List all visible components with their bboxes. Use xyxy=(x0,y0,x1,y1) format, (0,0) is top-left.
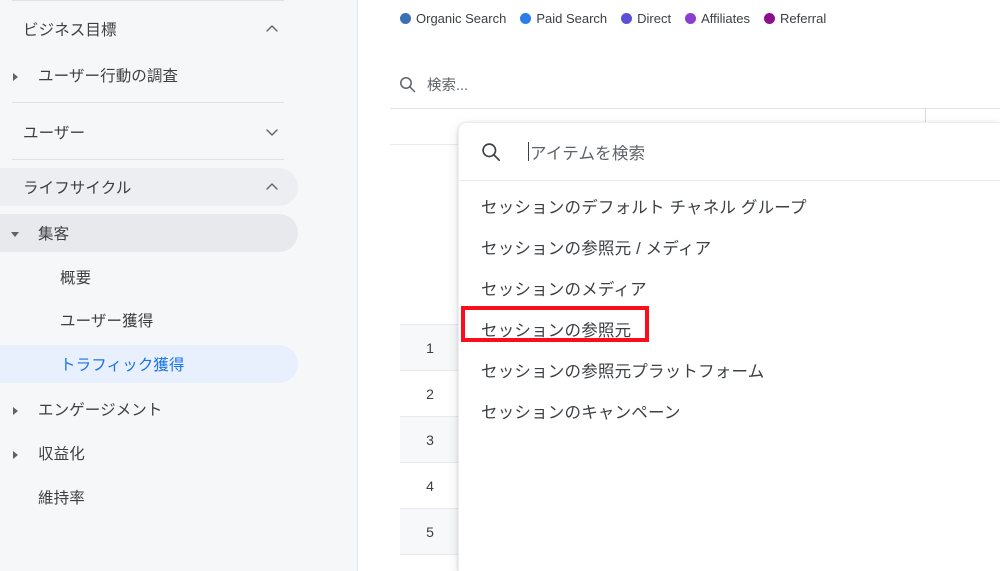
sidebar-item-user-acquisition-label: ユーザー獲得 xyxy=(60,313,154,330)
sidebar-divider-1 xyxy=(12,102,284,103)
table-row-number: 3 xyxy=(400,417,460,462)
table-row-number: 5 xyxy=(400,509,460,554)
sidebar-divider-2 xyxy=(12,159,284,160)
table-search-row[interactable]: 検索... xyxy=(399,74,468,95)
legend-dot-icon xyxy=(621,12,633,24)
sidebar-item-acquisition-label: 集客 xyxy=(38,226,70,243)
sidebar-item-retention-label: 維持率 xyxy=(38,490,85,507)
legend-item-label: Direct xyxy=(637,10,672,26)
legend-divider xyxy=(390,108,1000,109)
triangle-right-icon xyxy=(13,73,18,81)
dropdown-search-row[interactable]: アイテムを検索 xyxy=(459,123,1000,181)
sidebar-section-users-label: ユーザー xyxy=(23,125,86,142)
triangle-right-icon xyxy=(13,451,18,459)
chevron-up-icon xyxy=(265,22,279,36)
chevron-up-icon xyxy=(265,180,279,194)
legend-item-label: Referral xyxy=(780,10,827,26)
text-cursor xyxy=(528,142,529,161)
sidebar-section-business-goals-label: ビジネス目標 xyxy=(23,22,117,39)
legend-item-direct[interactable]: Direct xyxy=(621,11,671,26)
legend-dot-icon xyxy=(520,12,532,24)
chevron-down-icon xyxy=(265,125,279,139)
legend-item-paid-search[interactable]: Paid Search xyxy=(520,11,607,26)
legend-dot-icon xyxy=(764,12,776,24)
dropdown-item-campaign[interactable]: セッションのキャンペーン xyxy=(481,399,681,423)
triangle-right-icon xyxy=(13,407,18,415)
legend-item-label: Paid Search xyxy=(536,10,608,26)
screenshot-root: ビジネス目標 ユーザー行動の調査 ユーザー ライフサイクル 集客 概要 ユーザー… xyxy=(0,0,1000,571)
legend-item-label: Affiliates xyxy=(701,10,751,26)
sidebar-item-engagement-label: エンゲージメント xyxy=(38,402,163,419)
dropdown-search-placeholder: アイテムを検索 xyxy=(530,144,646,163)
sidebar-item-user-behavior-research-label: ユーザー行動の調査 xyxy=(38,68,179,85)
legend-item-label: Organic Search xyxy=(416,10,507,26)
dropdown-item-source-medium[interactable]: セッションの参照元 / メディア xyxy=(481,235,711,259)
dropdown-item-source-platform[interactable]: セッションの参照元プラットフォーム xyxy=(481,358,764,382)
sidebar-item-traffic-acquisition-label: トラフィック獲得 xyxy=(60,357,185,374)
sidebar-item-monetization-label: 収益化 xyxy=(38,446,85,463)
triangle-down-icon xyxy=(11,232,19,237)
dropdown-item-default-channel-group[interactable]: セッションのデフォルト チャネル グループ xyxy=(481,194,807,218)
dropdown-item-medium[interactable]: セッションのメディア xyxy=(481,276,647,300)
table-search-placeholder: 検索... xyxy=(427,78,469,94)
sidebar-divider-top xyxy=(12,0,284,1)
sidebar-section-lifecycle-label: ライフサイクル xyxy=(23,180,132,197)
search-icon xyxy=(399,76,416,93)
legend-item-organic-search[interactable]: Organic Search xyxy=(400,11,506,26)
table-row-number: 4 xyxy=(426,477,434,494)
chart-legend: Organic Search Paid Search Direct Affili… xyxy=(400,8,826,28)
legend-dot-icon xyxy=(685,12,697,24)
legend-item-referral[interactable]: Referral xyxy=(764,11,826,26)
table-row-number: 1 xyxy=(400,325,460,370)
search-icon xyxy=(481,142,501,162)
table-row-separator xyxy=(400,554,460,555)
dimension-picker-dropdown: アイテムを検索 セッションのデフォルト チャネル グループ セッションの参照元 … xyxy=(458,122,1000,571)
legend-dot-icon xyxy=(400,12,411,24)
legend-item-affiliates[interactable]: Affiliates xyxy=(685,11,750,26)
dropdown-item-source[interactable]: セッションの参照元 xyxy=(481,317,631,341)
table-row-number: 2 xyxy=(426,385,434,402)
sidebar-item-overview-label: 概要 xyxy=(60,270,92,287)
sidebar: ビジネス目標 ユーザー行動の調査 ユーザー ライフサイクル 集客 概要 ユーザー… xyxy=(0,0,358,571)
